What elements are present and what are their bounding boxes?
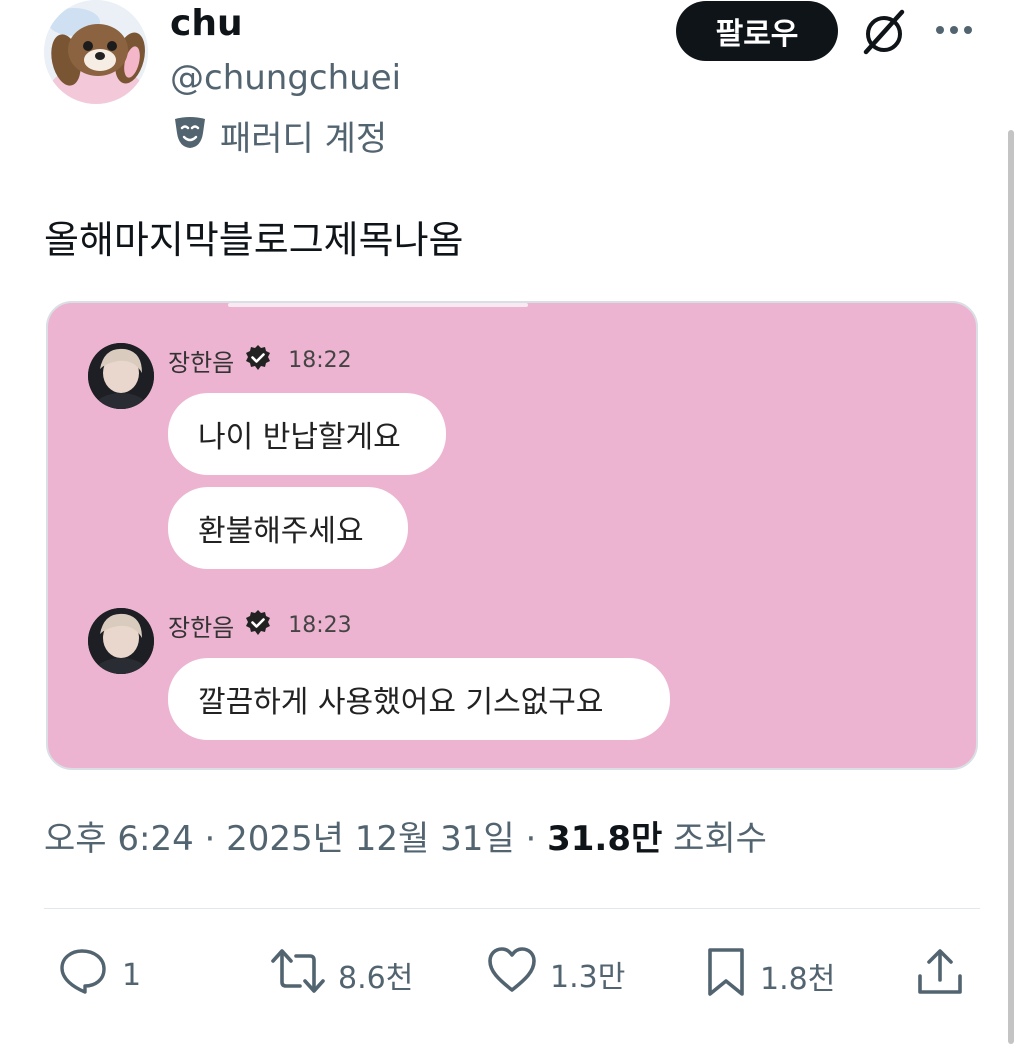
scrollbar[interactable] xyxy=(1008,130,1014,1044)
like-count: 1.3만 xyxy=(550,960,626,995)
author-handle[interactable]: @chungchuei xyxy=(170,56,401,100)
author-name[interactable]: chu xyxy=(170,4,243,44)
bookmark-icon xyxy=(704,946,748,1006)
divider xyxy=(44,908,980,909)
parody-badge: 패러디 계정 xyxy=(172,116,387,161)
retweet-icon xyxy=(270,946,326,1004)
more-options-icon[interactable] xyxy=(930,10,978,50)
reply-icon xyxy=(58,946,110,1004)
bookmark-button[interactable]: 1.8천 xyxy=(704,946,835,1006)
theater-mask-icon xyxy=(172,116,208,161)
message-time: 18:23 xyxy=(288,613,352,638)
chat-bubble: 환불해주세요 xyxy=(168,487,408,569)
tweet-text: 올해마지막블로그제목나옴 xyxy=(44,218,464,262)
retweet-button[interactable]: 8.6천 xyxy=(270,946,413,1004)
reply-button[interactable]: 1 xyxy=(58,946,141,1004)
sender-name: 장한음 xyxy=(168,349,235,377)
tweet-meta: 오후 6:24 · 2025년 12월 31일 · 31.8만 조회수 xyxy=(44,816,767,862)
bookmark-count: 1.8천 xyxy=(760,962,836,997)
chat-bubble: 깔끔하게 사용했어요 기스없구요 xyxy=(168,658,670,740)
heart-icon xyxy=(486,946,538,1002)
message-time: 18:22 xyxy=(288,348,352,373)
separator: · xyxy=(525,819,548,859)
verified-badge-icon xyxy=(244,609,272,643)
views-label: 조회수 xyxy=(673,819,767,859)
share-icon xyxy=(914,946,966,1006)
parody-label: 패러디 계정 xyxy=(220,118,388,159)
grok-icon[interactable] xyxy=(858,6,910,58)
views-count: 31.8만 xyxy=(547,819,663,859)
avatar[interactable] xyxy=(44,0,148,104)
retweet-count: 8.6천 xyxy=(338,961,414,996)
like-button[interactable]: 1.3만 xyxy=(486,946,625,1002)
verified-badge-icon xyxy=(244,344,272,378)
chat-bubble: 나이 반납할게요 xyxy=(168,393,446,475)
tweet-media-image[interactable]: 장한음 18:22 나이 반납할게요 환불해주세요 장한음 18:23 깔끔하게 xyxy=(46,301,978,770)
chat-avatar xyxy=(88,608,154,674)
separator: · xyxy=(204,819,227,859)
chat-avatar xyxy=(88,343,154,409)
reply-count: 1 xyxy=(122,957,142,993)
tweet-date[interactable]: 2025년 12월 31일 xyxy=(226,819,515,859)
chat-sender: 장한음 18:22 xyxy=(168,343,352,378)
image-top-edge xyxy=(228,303,528,307)
sender-name: 장한음 xyxy=(168,614,235,642)
tweet-time[interactable]: 오후 6:24 xyxy=(44,819,194,859)
follow-button[interactable]: 팔로우 xyxy=(676,1,838,61)
share-button[interactable] xyxy=(914,946,966,1006)
chat-sender: 장한음 18:23 xyxy=(168,608,352,643)
